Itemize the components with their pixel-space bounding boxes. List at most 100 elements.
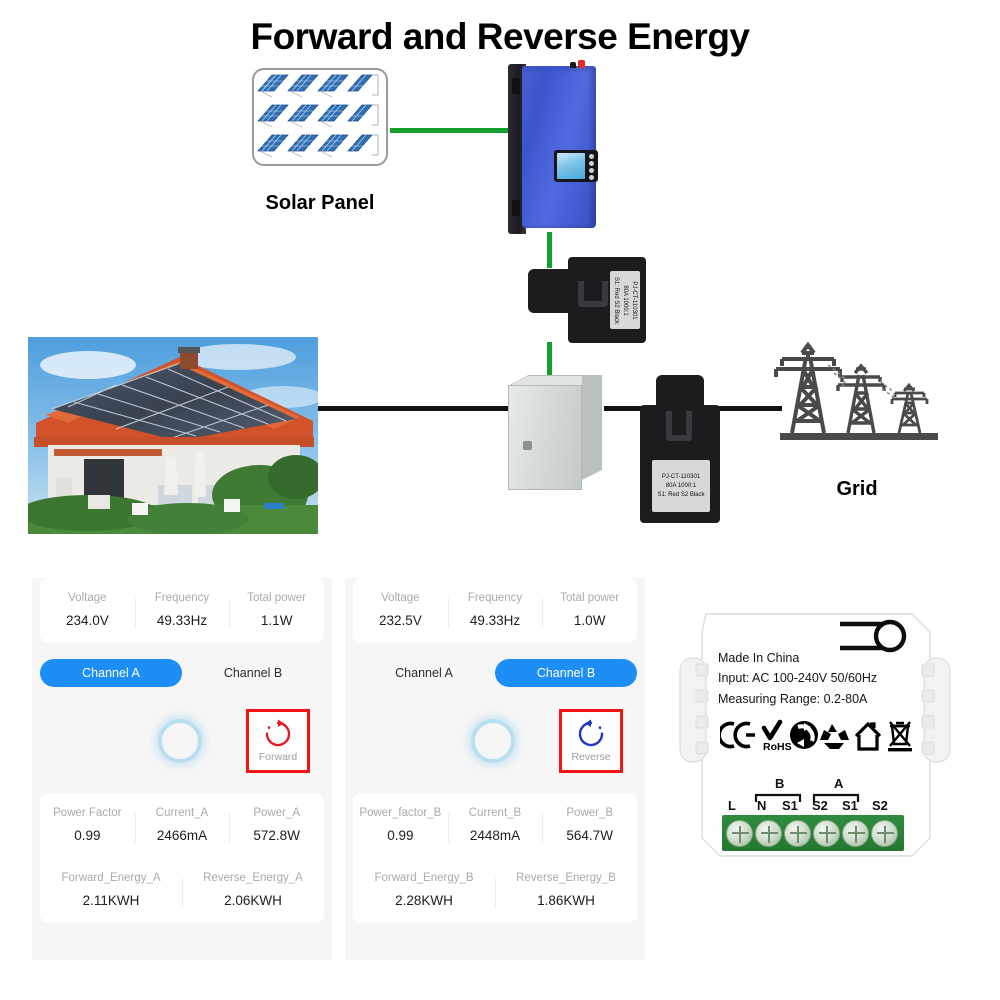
stat-value: 49.33Hz <box>156 613 208 628</box>
stat-key: Power Factor <box>53 807 122 819</box>
top-stats-row-b: Voltage 232.5V Frequency 49.33Hz Total p… <box>353 578 637 643</box>
channel-tabs-a: Channel A Channel B <box>40 659 324 687</box>
stat-key: Power_A <box>253 807 301 819</box>
inverter-mount-bottom <box>512 200 520 216</box>
stat-current-a: Current_A 2466mA <box>134 807 230 843</box>
stat-value: 1.1W <box>260 613 293 628</box>
stat-key: Current_A <box>155 807 209 819</box>
tab-channel-b[interactable]: Channel B <box>182 659 324 687</box>
grid-tie-inverter-icon <box>508 60 600 234</box>
certification-icons: RoHS <box>717 718 920 754</box>
direction-row-a: Forward <box>32 695 332 787</box>
stat-key: Current_B <box>468 807 522 819</box>
tab-channel-a[interactable]: Channel A <box>40 659 182 687</box>
app-panel-channel-b: Voltage 232.5V Frequency 49.33Hz Total p… <box>345 578 645 960</box>
stat-key: Total power <box>247 592 307 604</box>
distribution-box-lock-icon <box>523 441 532 450</box>
recycling-triangle-icon <box>820 724 849 749</box>
ct-top-rating: 80A 1000:1 <box>622 284 629 316</box>
terminal-screw-b-s2 <box>813 819 840 847</box>
stat-reverse-energy-b: Reverse_Energy_B 1.86KWH <box>495 872 637 908</box>
stat-total-power-a: Total power 1.1W <box>229 592 324 628</box>
module-input-spec: Input: AC 100-240V 50/60Hz <box>718 671 878 686</box>
power-dial-icon-a <box>158 719 202 763</box>
ct-top-label: PJ-CT-110301 80A 1000:1 S1: Red S2 Black <box>610 271 640 329</box>
direction-row-b: Reverse <box>345 695 645 787</box>
inverter-mount-top <box>512 78 520 94</box>
tab-channel-b[interactable]: Channel B <box>495 659 637 687</box>
ct-bottom-clamp-jaw <box>666 411 692 441</box>
solar-panel-icon <box>252 68 388 166</box>
power-grid-icon <box>762 335 952 445</box>
stat-voltage-b: Voltage 232.5V <box>353 592 448 628</box>
tab-channel-a[interactable]: Channel A <box>353 659 495 687</box>
terminal-screw-a-s1 <box>842 819 869 847</box>
clockwise-arrow-icon <box>265 719 291 747</box>
stat-key: Frequency <box>467 592 523 604</box>
stat-value: 2448mA <box>469 828 521 843</box>
stat-key: Voltage <box>68 592 107 604</box>
rohs-icon: RoHS <box>761 719 792 753</box>
ct-top-clamp-jaw <box>578 281 608 307</box>
weee-crossed-bin-icon <box>888 721 912 752</box>
direction-indicator-a[interactable]: Forward <box>246 709 310 773</box>
terminal-label-n: N <box>757 798 767 813</box>
bottom-stats-row-a: Power Factor 0.99 Current_A 2466mA Power… <box>40 793 324 858</box>
terminal-group-b: B <box>775 776 785 791</box>
wire-solar-to-inverter <box>390 128 510 133</box>
terminal-label-b-s2: S2 <box>812 798 828 813</box>
stat-value: 232.5V <box>378 613 422 628</box>
stat-power-factor-b: Power_factor_B 0.99 <box>353 807 448 843</box>
bottom-stats-row-b: Power_factor_B 0.99 Current_B 2448mA Pow… <box>353 793 637 858</box>
terminal-label-a-s1: S1 <box>842 798 858 813</box>
stat-voltage-a: Voltage 234.0V <box>40 592 135 628</box>
energy-meter-module: Made In China Input: AC 100-240V 50/60Hz… <box>662 612 974 880</box>
top-stats-card-a: Voltage 234.0V Frequency 49.33Hz Total p… <box>40 578 324 643</box>
green-dot-recycling-icon <box>790 721 818 749</box>
terminal-label-a-s2: S2 <box>872 798 888 813</box>
direction-label-b: Reverse <box>571 751 611 763</box>
stat-value: 1.86KWH <box>537 893 595 908</box>
energy-stats-row-b: Forward_Energy_B 2.28KWH Reverse_Energy_… <box>353 858 637 923</box>
ct-top-wiring: S1: Red S2 Black <box>613 276 620 324</box>
terminal-label-l: L <box>728 798 736 813</box>
inverter-buttons <box>589 154 595 182</box>
stat-frequency-b: Frequency 49.33Hz <box>447 592 543 628</box>
module-spec-text: Made In China Input: AC 100-240V 50/60Hz… <box>718 648 877 709</box>
distribution-box-side <box>582 375 602 480</box>
terminal-screw-n <box>755 819 782 847</box>
distribution-box-icon <box>508 375 604 490</box>
module-measuring-range: Measuring Range: 0.2-80A <box>718 691 868 706</box>
ct-bottom-rating: 80A 1000:1 <box>665 482 697 489</box>
stat-forward-energy-b: Forward_Energy_B 2.28KWH <box>353 872 495 908</box>
stat-power-factor-a: Power Factor 0.99 <box>40 807 135 843</box>
stat-value: 1.0W <box>573 613 606 628</box>
stat-key: Forward_Energy_A <box>61 872 161 884</box>
terminal-labels: B A L N S1 S2 S1 S2 <box>662 776 974 816</box>
stat-value: 572.8W <box>253 828 300 843</box>
stat-value: 2.11KWH <box>82 893 140 908</box>
stat-forward-energy-a: Forward_Energy_A 2.11KWH <box>40 872 182 908</box>
module-origin: Made In China <box>718 651 800 665</box>
stat-value: 234.0V <box>65 613 109 628</box>
stat-value: 0.99 <box>74 828 101 843</box>
stat-value: 2.06KWH <box>224 893 282 908</box>
svg-text:RoHS: RoHS <box>763 741 792 753</box>
inverter-lcd-screen <box>557 153 585 179</box>
ct-bottom-label: PJ-CT-110301 80A 1000:1 S1: Red S2 Black <box>652 460 710 512</box>
bottom-stats-card-a: Power Factor 0.99 Current_A 2466mA Power… <box>40 793 324 923</box>
house-icon <box>854 721 882 751</box>
grid-label: Grid <box>836 478 878 500</box>
stat-value: 49.33Hz <box>469 613 521 628</box>
ct-top-model: PJ-CT-110301 <box>631 280 638 320</box>
stat-current-b: Current_B 2448mA <box>447 807 543 843</box>
top-stats-row-a: Voltage 234.0V Frequency 49.33Hz Total p… <box>40 578 324 643</box>
ct-bottom-wiring: S1: Red S2 Black <box>657 491 705 498</box>
stat-key: Reverse_Energy_B <box>516 872 616 884</box>
house-with-solar-photo <box>28 337 318 534</box>
stat-value: 564.7W <box>566 828 613 843</box>
stat-frequency-a: Frequency 49.33Hz <box>134 592 230 628</box>
ct-bottom-model: PJ-CT-110301 <box>661 473 701 480</box>
direction-indicator-b[interactable]: Reverse <box>559 709 623 773</box>
terminal-screw-a-s2 <box>871 819 898 847</box>
